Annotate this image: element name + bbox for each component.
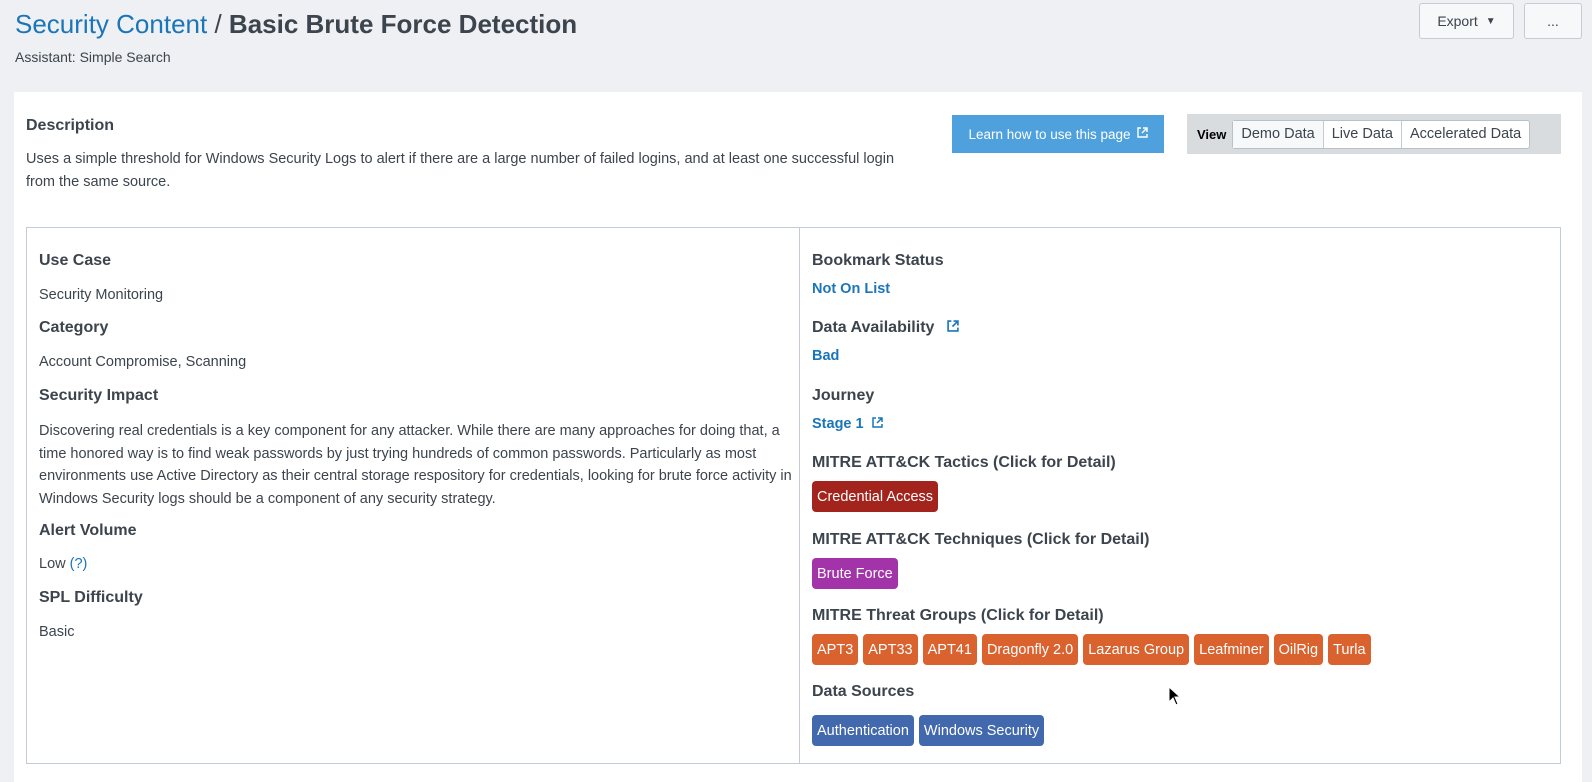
view-segmented-control: Demo Data Live Data Accelerated Data [1232, 119, 1531, 149]
journey-link[interactable]: Stage 1 [812, 416, 883, 432]
bookmark-status-label: Bookmark Status [812, 252, 944, 269]
threat-group-badge[interactable]: Lazarus Group [1083, 634, 1190, 665]
threat-group-badge[interactable]: Dragonfly 2.0 [981, 634, 1079, 665]
data-sources-label: Data Sources [812, 683, 915, 700]
spl-difficulty-value: Basic [39, 624, 75, 640]
techniques-label: MITRE ATT&CK Techniques (Click for Detai… [812, 531, 1150, 548]
data-availability-link[interactable]: Bad [812, 348, 839, 364]
breadcrumb-separator: / [214, 9, 222, 39]
external-link-icon[interactable] [947, 320, 959, 335]
bookmark-status-link[interactable]: Not On List [812, 281, 890, 297]
spl-difficulty-label: SPL Difficulty [39, 589, 143, 606]
description-heading: Description [26, 117, 115, 134]
threat-groups-badges: APT3 APT33 APT41 Dragonfly 2.0 Lazarus G… [812, 634, 1371, 665]
view-selector: View Demo Data Live Data Accelerated Dat… [1187, 114, 1561, 154]
security-impact-value: Discovering real credentials is a key co… [39, 423, 792, 507]
tactics-badges: Credential Access [812, 481, 939, 512]
use-case-label: Use Case [39, 252, 112, 269]
page-title-text: Basic Brute Force Detection [228, 9, 578, 39]
external-link-icon [1136, 127, 1148, 141]
data-sources-badges: Authentication Windows Security [812, 715, 1045, 746]
journey-label: Journey [812, 387, 875, 404]
threat-group-badge[interactable]: APT33 [863, 634, 918, 665]
use-case-value: Security Monitoring [39, 287, 164, 303]
category-value: Account Compromise, Scanning [39, 354, 247, 370]
mouse-pointer-icon [1168, 685, 1182, 706]
technique-badge[interactable]: Brute Force [812, 558, 898, 589]
data-availability-text: Data Availability [812, 319, 935, 336]
export-button[interactable]: Export ▼ [1419, 3, 1514, 39]
assistant-subtitle: Assistant: Simple Search [15, 49, 171, 65]
threat-group-badge[interactable]: APT41 [922, 634, 977, 665]
view-option-live-data[interactable]: Live Data [1322, 120, 1401, 148]
export-label: Export [1437, 13, 1478, 29]
threat-groups-label: MITRE Threat Groups (Click for Detail) [812, 607, 1104, 624]
content-panel: Description Uses a simple threshold for … [14, 92, 1582, 782]
alert-volume-text: Low [39, 556, 66, 572]
alert-volume-help-link[interactable]: (?) [70, 556, 88, 572]
description-text: Uses a simple threshold for Windows Secu… [26, 151, 895, 190]
page-title: Security Content / Basic Brute Force Det… [15, 6, 577, 42]
category-label: Category [39, 319, 109, 336]
threat-group-badge[interactable]: APT3 [812, 634, 859, 665]
journey-stage-text: Stage 1 [812, 416, 864, 432]
data-availability-label: Data Availability [812, 319, 959, 337]
details-table: Use Case Security Monitoring Category Ac… [26, 227, 1561, 764]
details-left-column: Use Case Security Monitoring Category Ac… [27, 228, 800, 763]
details-right-column: Bookmark Status Not On List Data Availab… [800, 228, 1560, 763]
threat-group-badge[interactable]: OilRig [1273, 634, 1324, 665]
tactics-label: MITRE ATT&CK Tactics (Click for Detail) [812, 454, 1116, 471]
alert-volume-label: Alert Volume [39, 522, 137, 539]
page-header: Security Content / Basic Brute Force Det… [0, 0, 1592, 92]
caret-down-icon: ▼ [1485, 15, 1496, 27]
techniques-badges: Brute Force [812, 558, 898, 589]
view-option-accelerated-data[interactable]: Accelerated Data [1401, 120, 1529, 148]
external-link-icon [871, 416, 883, 431]
tactic-badge[interactable]: Credential Access [812, 481, 939, 512]
data-source-badge[interactable]: Authentication [812, 715, 914, 746]
data-source-badge[interactable]: Windows Security [918, 715, 1045, 746]
breadcrumb-security-content[interactable]: Security Content [15, 9, 207, 39]
more-actions-button[interactable]: ... [1524, 3, 1582, 39]
learn-how-label: Learn how to use this page [968, 126, 1131, 142]
view-option-demo-data[interactable]: Demo Data [1233, 120, 1323, 148]
view-label: View [1197, 126, 1227, 142]
alert-volume-value: Low (?) [39, 556, 87, 572]
learn-how-button[interactable]: Learn how to use this page [952, 115, 1164, 153]
security-impact-label: Security Impact [39, 387, 159, 404]
threat-group-badge[interactable]: Turla [1328, 634, 1371, 665]
threat-group-badge[interactable]: Leafminer [1194, 634, 1269, 665]
